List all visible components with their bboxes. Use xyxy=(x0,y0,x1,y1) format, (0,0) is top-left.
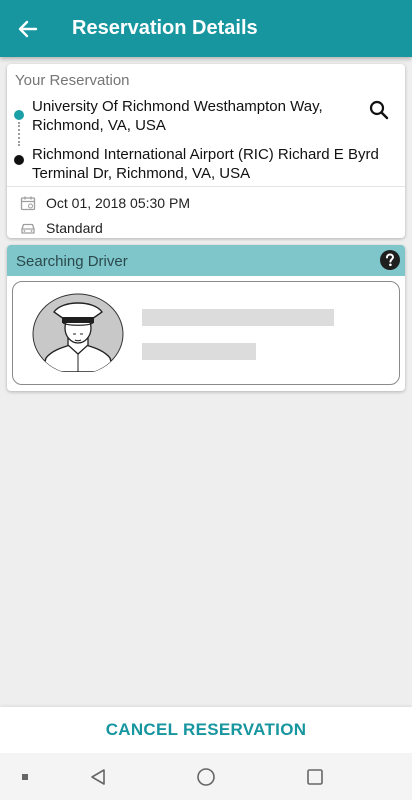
recents-square-icon xyxy=(307,768,323,785)
dropoff-address-line2: Terminal Dr, Richmond, VA, USA xyxy=(32,165,251,182)
help-button[interactable] xyxy=(379,249,401,271)
datetime-row: Oct 01, 2018 05:30 PM xyxy=(7,193,405,213)
home-circle-icon xyxy=(197,767,215,786)
car-icon xyxy=(21,223,35,234)
driver-name-placeholder xyxy=(142,309,334,326)
pickup-address: University Of Richmond Westhampton Way, … xyxy=(32,97,323,135)
pickup-marker-icon xyxy=(14,110,24,120)
arrow-left-icon xyxy=(18,20,38,37)
system-nav-bar xyxy=(0,753,412,800)
reservation-datetime: Oct 01, 2018 05:30 PM xyxy=(46,195,190,211)
nav-back-button[interactable] xyxy=(80,753,116,800)
reservation-card: Your Reservation University Of Richmond … xyxy=(7,64,405,238)
pickup-address-line1: University Of Richmond Westhampton Way, xyxy=(32,98,323,115)
dropoff-marker-icon xyxy=(14,155,24,165)
calendar-icon xyxy=(20,196,36,211)
vehicle-row: Standard xyxy=(7,218,405,238)
back-triangle-icon xyxy=(91,768,105,785)
divider xyxy=(7,186,405,187)
pickup-address-line2: Richmond, VA, USA xyxy=(32,117,166,134)
reservation-header: Your Reservation xyxy=(15,72,130,89)
bottom-action-bar: CANCEL RESERVATION xyxy=(0,707,412,753)
route-connector xyxy=(18,122,20,146)
menu-dot-icon xyxy=(22,773,28,780)
driver-header: Searching Driver xyxy=(7,245,405,276)
dropoff-address: Richmond International Airport (RIC) Ric… xyxy=(32,145,379,183)
nav-recents-button[interactable] xyxy=(297,753,333,800)
search-icon xyxy=(369,100,389,120)
driver-info-panel xyxy=(12,281,400,385)
help-icon xyxy=(380,250,400,270)
app-bar: Reservation Details xyxy=(0,0,412,57)
vehicle-type: Standard xyxy=(46,220,103,236)
driver-detail-placeholder xyxy=(142,343,256,360)
search-button[interactable] xyxy=(367,98,391,122)
nav-home-button[interactable] xyxy=(188,753,224,800)
dropoff-address-line1: Richmond International Airport (RIC) Ric… xyxy=(32,146,379,163)
page-title: Reservation Details xyxy=(72,17,258,39)
chauffeur-avatar-icon xyxy=(32,293,124,372)
nav-menu-button[interactable] xyxy=(12,753,38,800)
back-button[interactable] xyxy=(0,0,56,57)
driver-status-title: Searching Driver xyxy=(16,253,128,270)
cancel-reservation-button[interactable]: CANCEL RESERVATION xyxy=(106,720,307,740)
driver-card: Searching Driver xyxy=(7,245,405,391)
